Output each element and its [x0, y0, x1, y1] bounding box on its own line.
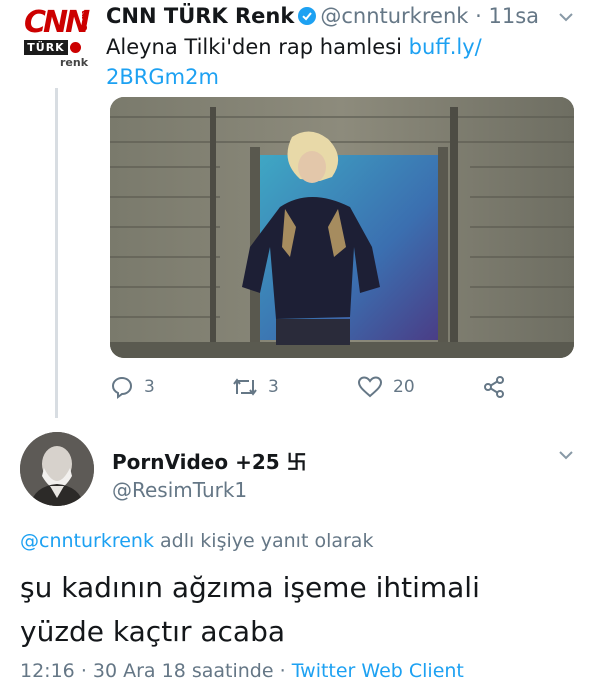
tweet2-client[interactable]: Twitter Web Client	[292, 660, 464, 682]
cnn-logo-com: com	[80, 10, 90, 31]
cnn-logo-renk: renk	[60, 56, 89, 69]
tweet1-media[interactable]	[110, 97, 574, 358]
reply-to-suffix: adlı kişiye yanıt olarak	[153, 530, 374, 552]
retweet-count: 3	[268, 377, 279, 397]
tweet1-handle[interactable]: @cnnturkrenk	[320, 4, 468, 28]
tweet2-meta: 12:16 · 30 Ara 18 saatinde · Twitter Web…	[20, 660, 464, 682]
meta-separator: ·	[80, 660, 87, 682]
chevron-down-icon[interactable]	[557, 446, 575, 464]
resimturk1-avatar[interactable]	[20, 432, 94, 506]
meta-separator: ·	[279, 660, 286, 682]
reply-to-handle[interactable]: @cnnturkrenk	[20, 530, 154, 552]
like-count: 20	[393, 377, 415, 397]
tweet1-time[interactable]: 11sa	[488, 4, 539, 28]
like-icon	[357, 376, 383, 398]
tweet2-author-name[interactable]: PornVideo +25 卐	[112, 446, 307, 475]
cnn-turk-renk-avatar[interactable]: CNN com TÜRK renk	[20, 6, 92, 72]
tweet1-text-body: Aleyna Tilki'den rap hamlesi	[106, 35, 402, 59]
tweet2-time: 12:16	[20, 660, 75, 682]
tweet1-author-name[interactable]: CNN TÜRK Renk	[106, 4, 294, 28]
share-icon	[484, 376, 504, 398]
cnn-logo-dot	[70, 42, 81, 53]
tweet1-separator: ·	[475, 4, 482, 28]
verified-icon	[298, 7, 317, 25]
tweet1-text: Aleyna Tilki'den rap hamlesi buff.ly/ 2B…	[106, 32, 526, 92]
tweet2-text: şu kadının ağzıma işeme ihtimali yüzde k…	[20, 571, 480, 648]
thread-line	[55, 88, 58, 418]
reply-context: @cnnturkrenk adlı kişiye yanıt olarak	[20, 530, 373, 552]
retweet-icon	[233, 378, 257, 396]
tweet2-date: 30 Ara 18 saatinde	[92, 660, 274, 682]
share-button[interactable]	[482, 374, 516, 400]
media-image	[110, 97, 574, 358]
tweet1-header: CNN TÜRK Renk @cnnturkrenk · 11sa	[106, 2, 539, 30]
reply-button[interactable]: 3	[110, 374, 155, 400]
cnn-logo-text: CNN	[24, 5, 90, 40]
avatar-image	[20, 432, 94, 506]
reply-icon	[111, 376, 133, 399]
like-button[interactable]: 20	[357, 374, 415, 400]
reply-count: 3	[144, 377, 155, 397]
chevron-down-icon[interactable]	[557, 8, 575, 26]
retweet-button[interactable]: 3	[232, 374, 279, 400]
tweet2-handle[interactable]: @ResimTurk1	[112, 478, 247, 502]
cnn-logo-turk: TÜRK	[24, 40, 68, 55]
